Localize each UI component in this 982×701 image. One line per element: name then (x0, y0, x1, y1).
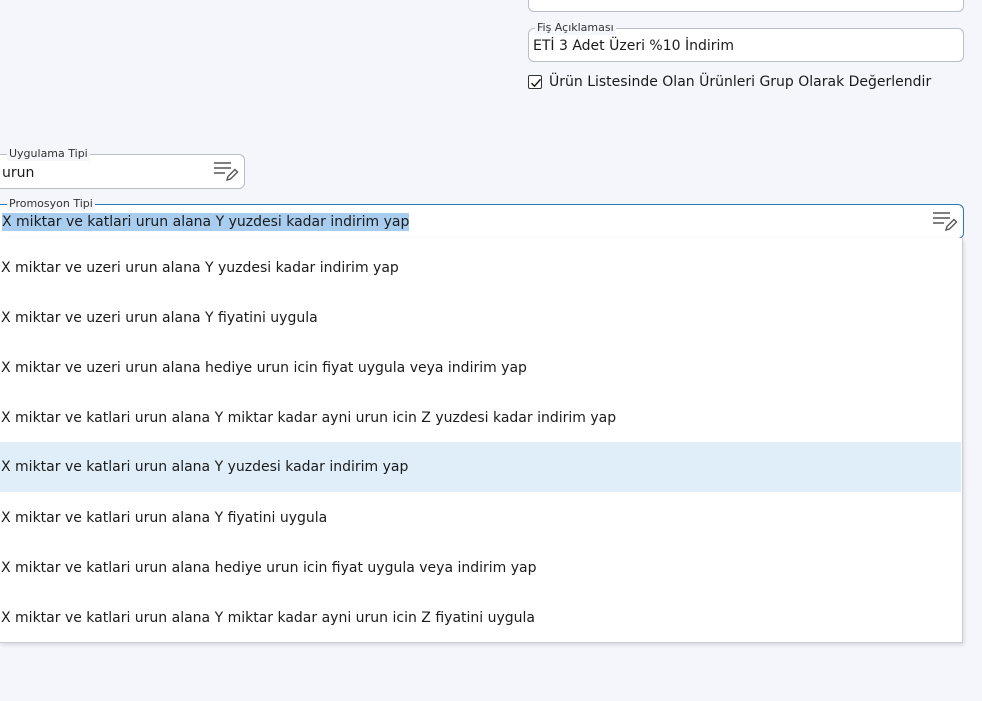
uygulama-tipi-label: Uygulama Tipi (7, 147, 90, 161)
group-evaluate-label: Ürün Listesinde Olan Ürünleri Grup Olara… (549, 74, 932, 90)
uygulama-tipi-value[interactable]: urun (2, 164, 34, 182)
group-evaluate-checkbox[interactable] (528, 75, 542, 89)
promosyon-tipi-dropdown[interactable]: X miktar ve uzeri urun alana Y yuzdesi k… (0, 238, 963, 643)
upper-field[interactable] (528, 0, 964, 12)
promosyon-tipi-input[interactable]: X miktar ve katlari urun alana Y yuzdesi… (2, 213, 410, 231)
dropdown-option[interactable]: X miktar ve katlari urun alana hediye ur… (0, 543, 961, 593)
fis-aciklamasi-input[interactable]: ETİ 3 Adet Üzeri %10 İndirim (533, 37, 734, 55)
fis-aciklamasi-field[interactable]: Fiş Açıklaması ETİ 3 Adet Üzeri %10 İndi… (528, 21, 964, 62)
dropdown-option[interactable]: X miktar ve uzeri urun alana Y yuzdesi k… (0, 243, 961, 293)
dropdown-option[interactable]: X miktar ve katlari urun alana Y miktar … (0, 593, 961, 643)
dropdown-option-highlighted[interactable]: X miktar ve katlari urun alana Y yuzdesi… (0, 442, 961, 492)
uygulama-tipi-field[interactable]: Uygulama Tipi urun (0, 147, 245, 189)
promosyon-tipi-field[interactable]: Promosyon Tipi X miktar ve katlari urun … (0, 197, 964, 239)
fis-aciklamasi-label: Fiş Açıklaması (535, 21, 616, 35)
dropdown-option[interactable]: X miktar ve katlari urun alana Y fiyatin… (0, 493, 961, 543)
group-evaluate-option[interactable]: Ürün Listesinde Olan Ürünleri Grup Olara… (528, 74, 931, 90)
list-edit-icon[interactable] (213, 160, 239, 182)
dropdown-option[interactable]: X miktar ve uzeri urun alana hediye urun… (0, 343, 961, 393)
checkmark-icon (530, 78, 542, 88)
promosyon-tipi-label: Promosyon Tipi (7, 197, 95, 211)
dropdown-option[interactable]: X miktar ve uzeri urun alana Y fiyatini … (0, 293, 961, 343)
list-edit-icon[interactable] (932, 210, 958, 232)
dropdown-option[interactable]: X miktar ve katlari urun alana Y miktar … (0, 393, 961, 443)
